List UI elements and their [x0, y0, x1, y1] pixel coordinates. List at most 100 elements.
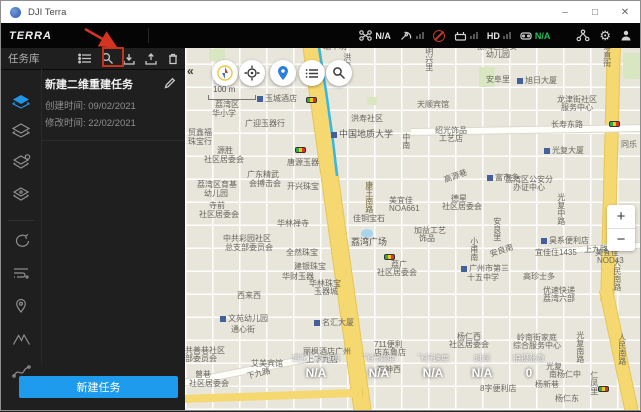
route-button[interactable] [576, 29, 590, 42]
layer-list-button[interactable] [299, 60, 325, 86]
zoom-out-button[interactable]: − [607, 229, 635, 252]
map-label: 社区居委会 [189, 380, 229, 389]
map-label: 杨新巷 [535, 381, 559, 390]
user-button[interactable] [620, 30, 632, 41]
terra-logo: TERRA [9, 30, 52, 42]
route-network-icon [576, 29, 590, 42]
zoom-in-button[interactable]: + [607, 205, 635, 229]
zoom-controls: + − [607, 205, 635, 251]
list-icon [305, 68, 319, 79]
map-label: 全然珠宝 [286, 249, 318, 258]
app-window: { "window": {"title": "DJI Terra", "mini… [0, 0, 641, 411]
map-label: 光复南路 [575, 331, 584, 363]
delete-task-button[interactable] [165, 51, 181, 67]
map-label: 中南 [401, 133, 410, 149]
app-logo-icon [10, 7, 21, 18]
task-modified-date: 修改时间: 22/02/2021 [45, 115, 179, 129]
map-search-button[interactable] [326, 60, 352, 86]
mission-lidar-button[interactable] [10, 264, 32, 282]
sidebar: 任务库 [1, 48, 185, 410]
edit-task-button[interactable] [163, 77, 177, 91]
map-label: 社区居委会 [449, 341, 489, 350]
status-cluster: N/A HD N/A ⚙ [359, 29, 632, 42]
satellite-icon [400, 30, 413, 41]
map-label: 瑞华坊 [323, 48, 347, 52]
mission-type-rail [1, 69, 42, 364]
map-label: 华小学 [212, 110, 236, 119]
sidebar-header: 任务库 [1, 48, 185, 70]
telemetry-bar: 离起飞点距离N/A飞行高度N/A飞行速度N/A时间N/A拍摄张数0 [285, 353, 549, 380]
traffic-light-icon [609, 121, 620, 127]
map-label: 光复大厦 [544, 147, 584, 156]
mission-waypoint-button[interactable] [10, 297, 32, 315]
pin-button[interactable] [270, 60, 296, 86]
settings-button[interactable]: ⚙ [599, 29, 611, 42]
map-label: 安良里 [492, 217, 501, 241]
mission-terrain-button[interactable] [10, 330, 32, 348]
map-label: 洪寿社区 [351, 115, 383, 124]
map-label: 高珍士多 [523, 273, 555, 282]
map-label: 会搏击会 [249, 180, 281, 189]
main-toolbar: TERRA N/A HD N/A ⚙ [1, 23, 640, 48]
mission-3d-button[interactable] [10, 152, 32, 170]
telemetry-item: 飞行高度N/A [357, 353, 401, 380]
map-label: 南杨仁中 [549, 371, 581, 380]
compass-icon [217, 65, 233, 81]
export-icon [144, 53, 158, 65]
scale-bar [208, 95, 256, 100]
list-icon [78, 53, 92, 64]
pencil-icon [163, 77, 176, 90]
map-label: 文苑幼儿园 [220, 315, 268, 324]
compass-button[interactable] [212, 60, 238, 86]
gps-status [400, 30, 424, 41]
task-created-date: 创建时间: 09/02/2021 [45, 98, 179, 112]
map-view[interactable]: 瑞华坊洪寿巷玉城酒店荔湾区华小学广迎玉器行贸鑫福珠宝行洪寿社区中国地质大学中南源… [185, 48, 640, 410]
map-label: 光复中路 [556, 193, 565, 225]
map-label: 小甫南 [469, 237, 478, 261]
locate-icon [244, 65, 260, 81]
map-label: 昊系便利店 [541, 237, 589, 246]
poi-marker-icon [517, 78, 523, 84]
controller-status-value: N/A [535, 31, 551, 41]
mission-circle-button[interactable] [10, 232, 32, 250]
mission-2d-multispectral-icon [11, 123, 31, 138]
mission-oblique-button[interactable] [10, 184, 32, 202]
drone-icon [359, 30, 372, 41]
mission-2d-map-button[interactable] [10, 92, 32, 110]
map-label: 社区居委会 [204, 156, 244, 165]
maximize-button[interactable]: □ [580, 1, 610, 23]
map-label: 天顺宾馆 [417, 101, 449, 110]
gear-icon: ⚙ [599, 29, 611, 42]
mission-2d-multispectral-button[interactable] [10, 121, 32, 139]
traffic-light-icon [598, 386, 609, 392]
traffic-light-icon [384, 254, 395, 260]
task-card[interactable]: 新建二维重建任务 创建时间: 09/02/2021 修改时间: 22/02/20… [42, 69, 185, 141]
map-label: 幼儿园 [486, 51, 510, 60]
close-button[interactable]: ✕ [610, 1, 640, 23]
no-fly-icon [433, 30, 445, 42]
collapse-sidebar-button[interactable]: « [187, 64, 194, 78]
traffic-light-icon [306, 97, 317, 103]
map-label: 下九路 [246, 367, 271, 381]
new-task-button[interactable]: 新建任务 [19, 376, 178, 398]
map-label: 总支部委员会 [225, 244, 273, 253]
task-library-title: 任务库 [8, 51, 40, 66]
export-task-button[interactable] [143, 51, 159, 67]
map-label: 社区居委会 [442, 203, 482, 212]
map-label: 饰品 [419, 235, 435, 244]
poi-marker-icon [487, 175, 493, 181]
map-label: 办证中心 [513, 184, 545, 193]
telemetry-item: 飞行速度N/A [411, 353, 455, 380]
poi-marker-icon [544, 148, 550, 154]
map-label: 社区居委会 [199, 211, 239, 220]
poi-marker-icon [220, 316, 226, 322]
map-label: NOD43 [597, 257, 624, 266]
map-label: 社区居委会 [377, 269, 417, 278]
minimize-button[interactable]: – [550, 1, 580, 23]
locate-button[interactable] [239, 60, 265, 86]
map-label: 服务中心 [561, 104, 593, 113]
task-list-view-button[interactable] [77, 51, 93, 67]
mission-circle-icon [12, 233, 30, 249]
titlebar: DJI Terra – □ ✕ [1, 1, 640, 24]
poi-marker-icon [541, 238, 547, 244]
